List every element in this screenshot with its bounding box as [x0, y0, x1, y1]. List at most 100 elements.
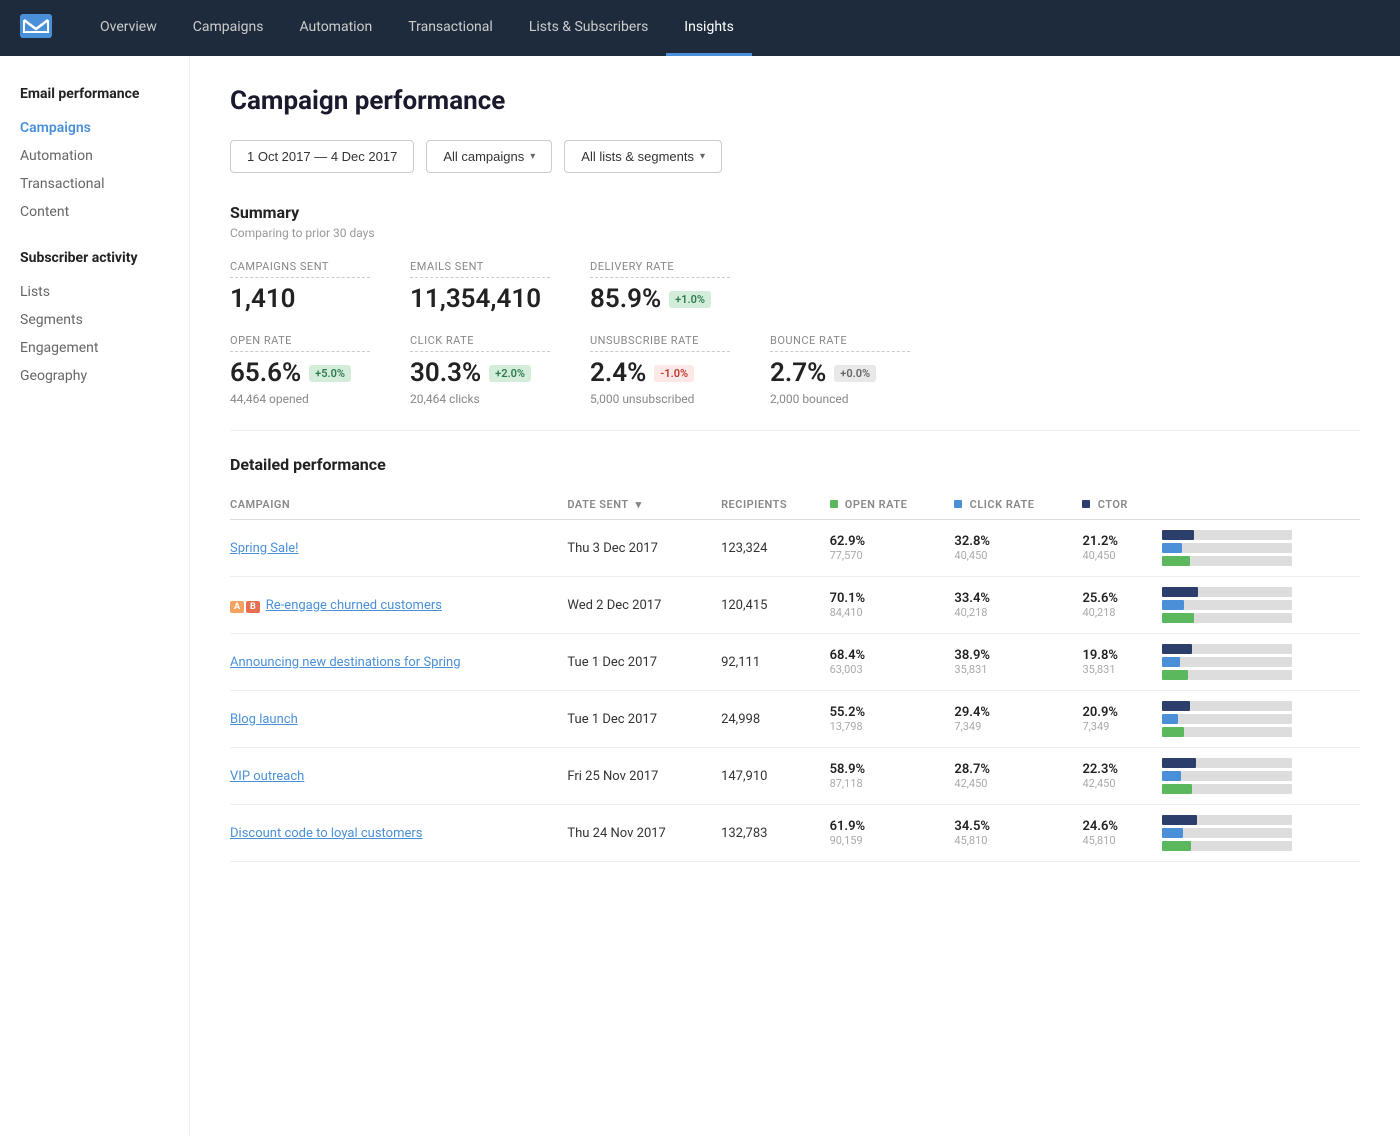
- table-row: Announcing new destinations for Spring Tu…: [230, 634, 1360, 691]
- date-cell: Thu 3 Dec 2017: [567, 520, 721, 577]
- stat-bounce-rate-value: 2.7% +0.0%: [770, 358, 910, 388]
- campaign-link[interactable]: Announcing new destinations for Spring: [230, 655, 461, 670]
- col-date-sent[interactable]: DATE SENT ▾: [567, 490, 721, 520]
- date-cell: Tue 1 Dec 2017: [567, 634, 721, 691]
- nav-campaigns[interactable]: Campaigns: [175, 0, 282, 56]
- stat-click-rate: CLICK RATE 30.3% +2.0% 20,464 clicks: [410, 334, 550, 406]
- stat-campaigns-sent-value: 1,410: [230, 284, 370, 314]
- campaign-link[interactable]: Spring Sale!: [230, 541, 299, 556]
- click-rate-main: 32.8%: [954, 534, 1070, 549]
- email-performance-group: Email performance Campaigns Automation T…: [20, 86, 169, 226]
- bar-green: [1162, 784, 1192, 794]
- bar-dark: [1162, 644, 1192, 654]
- sidebar-item-geography[interactable]: Geography: [20, 362, 169, 390]
- unsub-rate-badge: -1.0%: [654, 365, 694, 382]
- open-rate-main: 61.9%: [830, 819, 943, 834]
- bar-chart: [1162, 815, 1292, 851]
- campaign-cell: Discount code to loyal customers: [230, 805, 567, 862]
- sidebar-item-engagement[interactable]: Engagement: [20, 334, 169, 362]
- stat-open-rate: OPEN RATE 65.6% +5.0% 44,464 opened: [230, 334, 370, 406]
- date-range-filter[interactable]: 1 Oct 2017 — 4 Dec 2017: [230, 140, 414, 173]
- lists-filter[interactable]: All lists & segments ▾: [564, 140, 722, 173]
- bar-row-1: [1162, 587, 1292, 597]
- click-rate-cell: 32.8%40,450: [954, 520, 1082, 577]
- top-nav: Overview Campaigns Automation Transactio…: [0, 0, 1400, 56]
- bar-light-2: [1183, 828, 1292, 838]
- bar-blue: [1162, 543, 1182, 553]
- bar-light-3: [1192, 784, 1292, 794]
- bar-row-2: [1162, 771, 1292, 781]
- bar-blue: [1162, 600, 1184, 610]
- recipients-cell: 120,415: [721, 577, 830, 634]
- nav-automation[interactable]: Automation: [281, 0, 390, 56]
- open-rate-count: 13,798: [830, 720, 943, 733]
- bar-chart: [1162, 701, 1292, 737]
- nav-overview[interactable]: Overview: [82, 0, 175, 56]
- summary-subtitle: Comparing to prior 30 days: [230, 226, 1360, 240]
- bar-row-3: [1162, 556, 1292, 566]
- campaign-link[interactable]: Discount code to loyal customers: [230, 826, 423, 841]
- bar-row-2: [1162, 828, 1292, 838]
- stat-emails-sent-value: 11,354,410: [410, 284, 550, 314]
- ctor-main: 22.3%: [1082, 762, 1150, 777]
- click-rate-cell: 33.4%40,218: [954, 577, 1082, 634]
- open-rate-main: 68.4%: [830, 648, 943, 663]
- nav-lists-subscribers[interactable]: Lists & Subscribers: [511, 0, 666, 56]
- bar-row-1: [1162, 530, 1292, 540]
- bar-row-2: [1162, 714, 1292, 724]
- campaign-cell: VIP outreach: [230, 748, 567, 805]
- ctor-count: 45,810: [1082, 834, 1150, 847]
- campaign-cell: Spring Sale!: [230, 520, 567, 577]
- campaign-link[interactable]: VIP outreach: [230, 769, 304, 784]
- stat-click-rate-value: 30.3% +2.0%: [410, 358, 550, 388]
- bar-light-3: [1191, 841, 1292, 851]
- bar-chart-cell: [1162, 634, 1360, 691]
- sidebar-item-segments[interactable]: Segments: [20, 306, 169, 334]
- bounce-rate-badge: +0.0%: [834, 365, 876, 382]
- bar-chart-cell: [1162, 577, 1360, 634]
- bar-light-3: [1188, 670, 1292, 680]
- sidebar-item-lists[interactable]: Lists: [20, 278, 169, 306]
- bar-chart-cell: [1162, 748, 1360, 805]
- campaign-link[interactable]: Re-engage churned customers: [266, 598, 442, 613]
- open-rate-badge: +5.0%: [309, 365, 351, 382]
- ctor-cell: 19.8%35,831: [1082, 634, 1162, 691]
- nav-insights[interactable]: Insights: [666, 0, 752, 56]
- open-rate-count: 84,410: [830, 606, 943, 619]
- click-rate-count: 45,810: [954, 834, 1070, 847]
- open-rate-main: 55.2%: [830, 705, 943, 720]
- bar-row-2: [1162, 657, 1292, 667]
- click-rate-main: 29.4%: [954, 705, 1070, 720]
- campaign-cell: ABRe-engage churned customers: [230, 577, 567, 634]
- col-click-rate: CLICK RATE: [954, 490, 1082, 520]
- stat-click-rate-sub: 20,464 clicks: [410, 392, 550, 406]
- sidebar-item-content[interactable]: Content: [20, 198, 169, 226]
- bar-chart: [1162, 587, 1292, 623]
- bar-dark: [1162, 758, 1196, 768]
- click-rate-main: 28.7%: [954, 762, 1070, 777]
- sidebar-item-automation[interactable]: Automation: [20, 142, 169, 170]
- open-rate-main: 62.9%: [830, 534, 943, 549]
- sidebar-item-transactional[interactable]: Transactional: [20, 170, 169, 198]
- campaigns-filter[interactable]: All campaigns ▾: [426, 140, 552, 173]
- bar-chart: [1162, 758, 1292, 794]
- divider-1: [230, 430, 1360, 431]
- date-range-label: 1 Oct 2017 — 4 Dec 2017: [247, 149, 397, 164]
- recipients-cell: 123,324: [721, 520, 830, 577]
- ctor-cell: 25.6%40,218: [1082, 577, 1162, 634]
- table-row: ABRe-engage churned customersWed 2 Dec 2…: [230, 577, 1360, 634]
- campaign-link[interactable]: Blog launch: [230, 712, 298, 727]
- open-rate-cell: 70.1%84,410: [830, 577, 955, 634]
- logo: [20, 14, 52, 43]
- bar-green: [1162, 556, 1190, 566]
- bar-light-3: [1184, 727, 1292, 737]
- page-title: Campaign performance: [230, 86, 1360, 116]
- ctor-main: 20.9%: [1082, 705, 1150, 720]
- bar-light-2: [1184, 600, 1292, 610]
- bar-chart: [1162, 530, 1292, 566]
- ctor-main: 21.2%: [1082, 534, 1150, 549]
- nav-transactional[interactable]: Transactional: [390, 0, 511, 56]
- table-row: Discount code to loyal customersThu 24 N…: [230, 805, 1360, 862]
- sidebar-item-campaigns[interactable]: Campaigns: [20, 114, 169, 142]
- click-rate-badge: +2.0%: [489, 365, 531, 382]
